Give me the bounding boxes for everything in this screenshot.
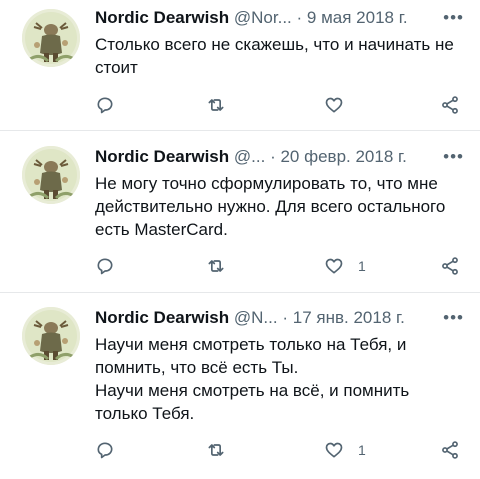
tweet[interactable]: Nordic Dearwish @Nor... · 9 мая 2018 г. … [0, 0, 480, 131]
retweet-icon [208, 99, 224, 111]
tweet-actions [95, 94, 460, 116]
reply-button[interactable] [95, 255, 115, 277]
retweet-button[interactable] [206, 94, 226, 116]
share-button[interactable] [440, 94, 460, 116]
share-icon [442, 257, 458, 275]
like-button[interactable]: 1 [324, 255, 366, 277]
tweet-actions: 1 [95, 439, 460, 461]
like-icon [325, 442, 343, 458]
separator-dot: · [296, 8, 303, 27]
more-icon[interactable]: ••• [443, 6, 464, 30]
avatar-image [22, 9, 80, 67]
avatar[interactable] [22, 146, 80, 204]
user-name[interactable]: Nordic Dearwish [95, 8, 229, 27]
avatar[interactable] [22, 9, 80, 67]
reply-button[interactable] [95, 94, 115, 116]
reply-icon [97, 97, 113, 114]
user-handle[interactable]: @... [234, 147, 265, 166]
more-icon[interactable]: ••• [443, 306, 464, 330]
avatar[interactable] [22, 307, 80, 365]
user-name[interactable]: Nordic Dearwish [95, 147, 229, 166]
retweet-button[interactable] [206, 255, 226, 277]
tweet[interactable]: Nordic Dearwish @... · 20 февр. 2018 г. … [0, 131, 480, 293]
tweet-text: Не могу точно сформулировать то, что мне… [95, 174, 446, 239]
share-icon [442, 96, 458, 114]
share-icon [442, 441, 458, 459]
reply-button[interactable] [95, 439, 115, 461]
avatar-image [22, 307, 80, 365]
like-count: 1 [358, 442, 366, 458]
retweet-icon [208, 444, 224, 456]
user-handle[interactable]: @N... [234, 308, 278, 327]
like-button[interactable] [324, 94, 358, 116]
tweet-text: Столько всего не скажешь, что и начинать… [95, 35, 454, 77]
avatar-image [22, 146, 80, 204]
retweet-button[interactable] [206, 439, 226, 461]
reply-icon [97, 258, 113, 275]
user-name[interactable]: Nordic Dearwish [95, 308, 229, 327]
tweet-date[interactable]: 9 мая 2018 г. [307, 8, 408, 27]
user-handle[interactable]: @Nor... [234, 8, 292, 27]
share-button[interactable] [440, 255, 460, 277]
tweet-header: Nordic Dearwish @... · 20 февр. 2018 г. … [95, 145, 464, 169]
like-icon [325, 258, 343, 274]
tweet-text: Научи меня смотреть только на Тебя, и по… [95, 335, 410, 423]
tweet-date[interactable]: 20 февр. 2018 г. [280, 147, 406, 166]
like-count: 1 [358, 258, 366, 274]
tweet[interactable]: Nordic Dearwish @N... · 17 янв. 2018 г. … [0, 293, 480, 479]
tweet-header: Nordic Dearwish @N... · 17 янв. 2018 г. … [95, 306, 464, 330]
tweet-date[interactable]: 17 янв. 2018 г. [293, 308, 405, 327]
retweet-icon [208, 260, 224, 272]
share-button[interactable] [440, 439, 460, 461]
like-button[interactable]: 1 [324, 439, 366, 461]
like-icon [325, 97, 343, 113]
separator-dot: · [282, 308, 289, 327]
tweet-header: Nordic Dearwish @Nor... · 9 мая 2018 г. … [95, 6, 464, 30]
separator-dot: · [270, 147, 276, 166]
tweet-actions: 1 [95, 255, 460, 277]
reply-icon [97, 442, 113, 459]
more-icon[interactable]: ••• [443, 145, 464, 169]
